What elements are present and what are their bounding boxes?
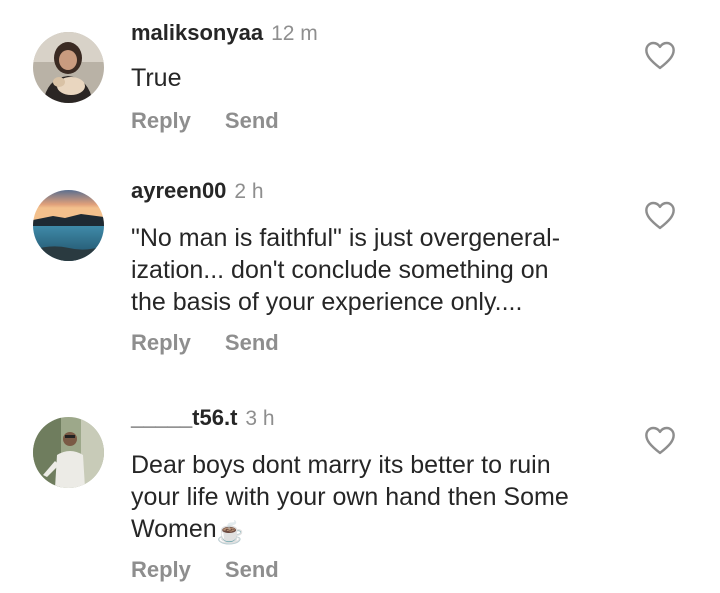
reply-button[interactable]: Reply bbox=[131, 557, 191, 583]
comment-text: "No man is faithful" is just overgeneral… bbox=[131, 224, 561, 316]
heart-icon[interactable] bbox=[643, 200, 677, 230]
hot-beverage-icon: ☕ bbox=[216, 520, 245, 545]
username[interactable]: _____t56.t bbox=[131, 405, 237, 430]
comment-text-body: Dear boys dont marry its better to ruin … bbox=[131, 451, 569, 543]
timestamp: 12 m bbox=[271, 22, 318, 45]
reply-button[interactable]: Reply bbox=[131, 330, 191, 356]
reply-button[interactable]: Reply bbox=[131, 108, 191, 134]
comment-text: True bbox=[131, 64, 182, 92]
avatar[interactable] bbox=[33, 417, 104, 488]
avatar[interactable] bbox=[33, 32, 104, 103]
heart-icon[interactable] bbox=[643, 40, 677, 70]
timestamp: 3 h bbox=[245, 407, 275, 430]
comment-item: ayreen00 2 h "No man is faithful" is just… bbox=[0, 176, 720, 366]
timestamp: 2 h bbox=[234, 180, 264, 203]
username[interactable]: maliksonyaa bbox=[131, 20, 263, 45]
comment-text: Dear boys dont marry its better to ruin … bbox=[131, 449, 631, 549]
comment-item: _____t56.t 3 h Dear boys dont marry its b… bbox=[0, 403, 720, 593]
heart-icon[interactable] bbox=[643, 425, 677, 455]
username[interactable]: ayreen00 bbox=[131, 178, 226, 203]
comment-item: maliksonyaa 12 m True Reply Send bbox=[0, 18, 720, 138]
avatar[interactable] bbox=[33, 190, 104, 261]
send-button[interactable]: Send bbox=[225, 330, 279, 356]
send-button[interactable]: Send bbox=[225, 557, 279, 583]
send-button[interactable]: Send bbox=[225, 108, 279, 134]
